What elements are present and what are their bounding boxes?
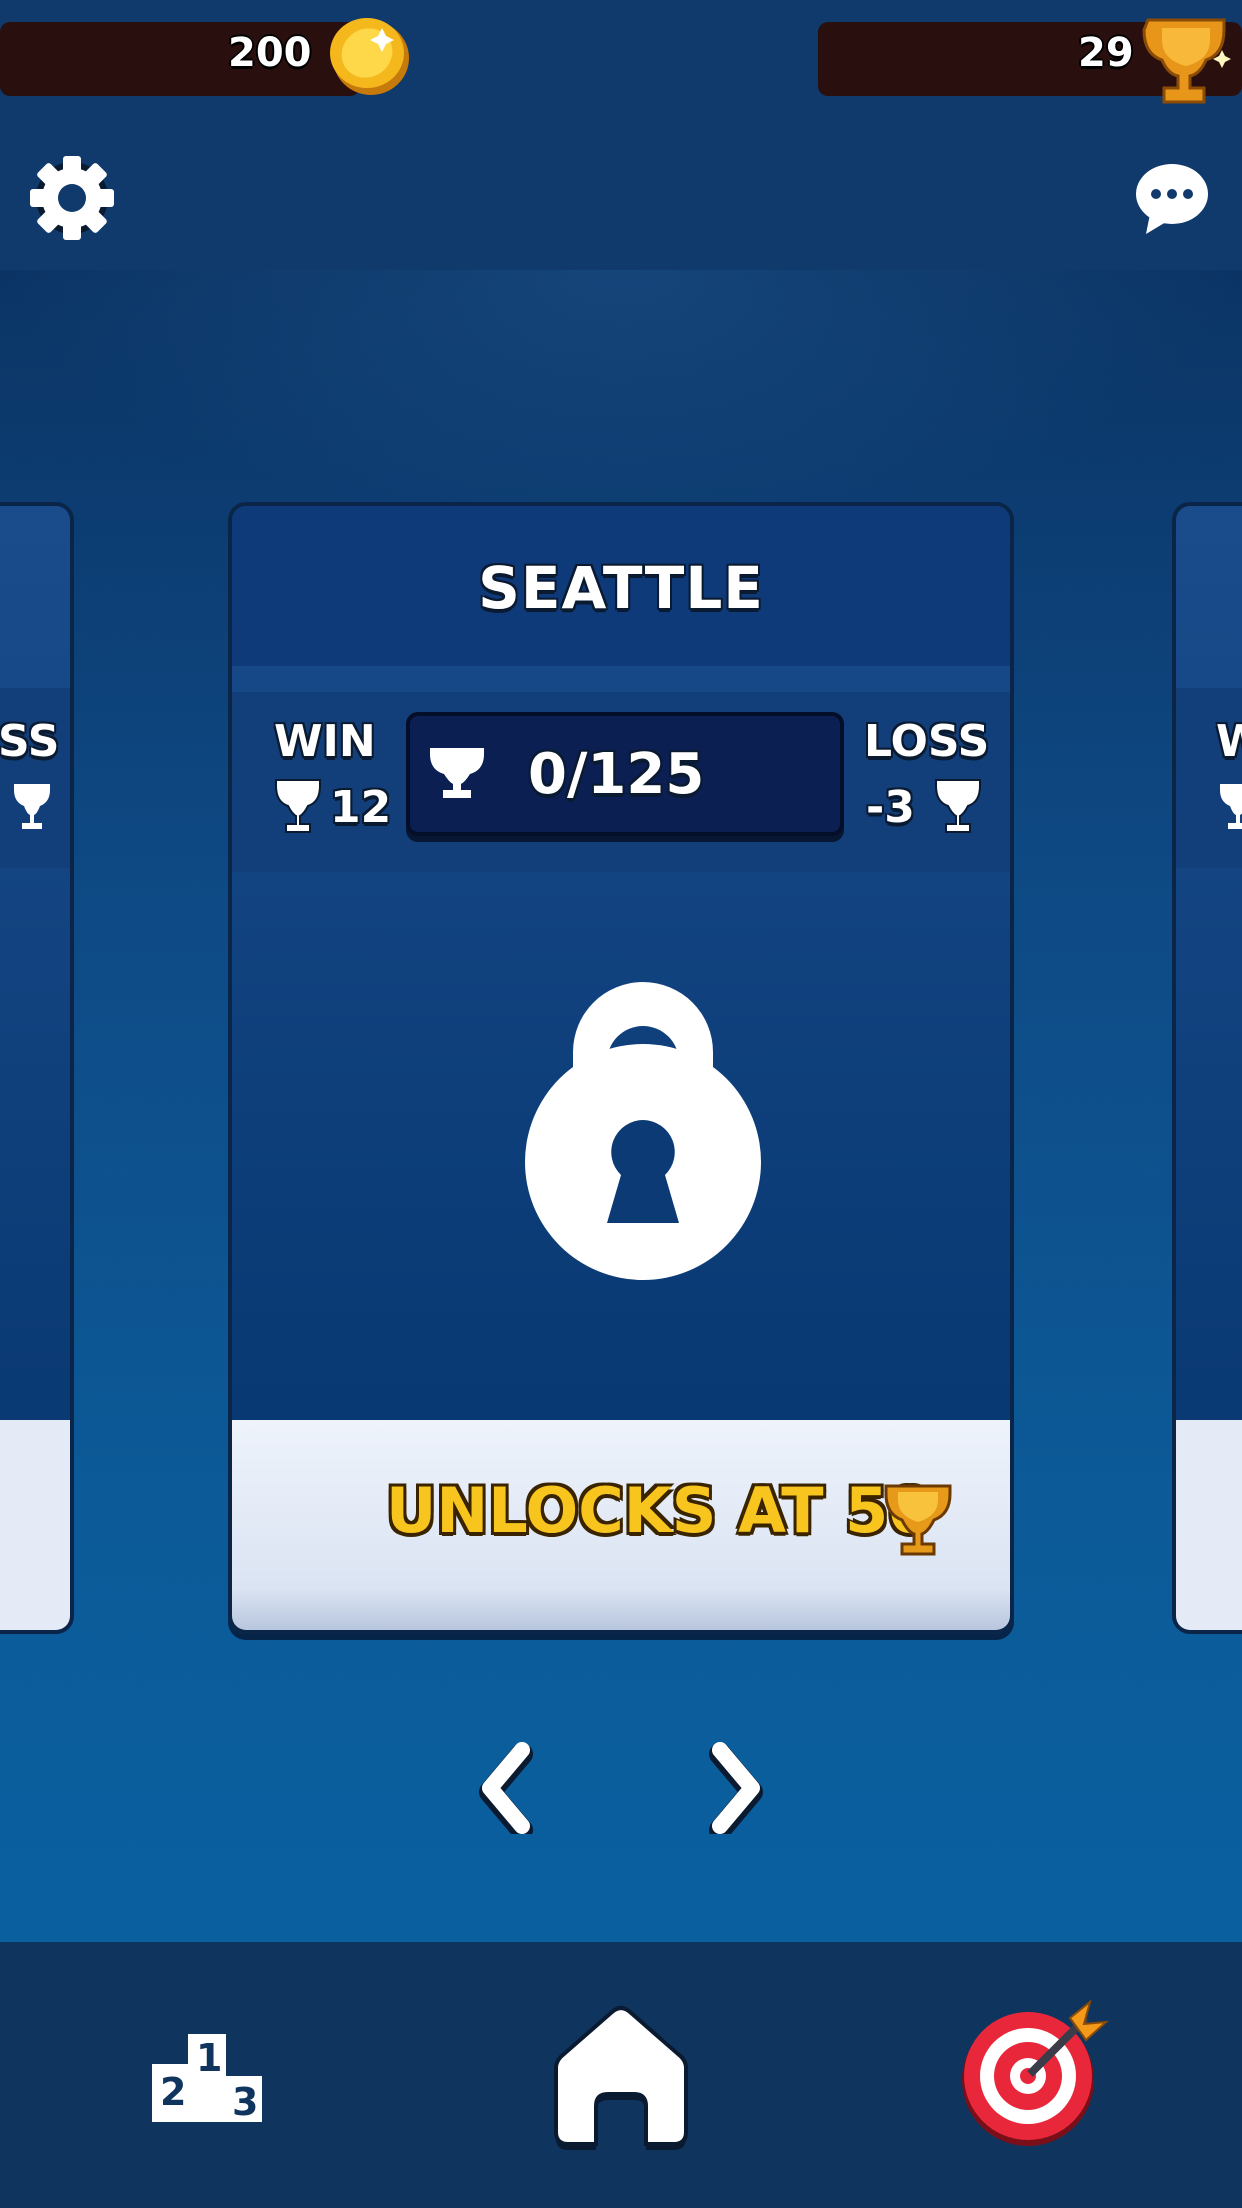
next-card-stats-band: W	[1176, 688, 1242, 868]
win-label: WIN	[274, 716, 376, 767]
trophy-progress-box: 0/125	[406, 712, 844, 836]
previous-card-loss-label: SS	[0, 716, 60, 767]
trophies-value: 29	[1078, 30, 1134, 76]
home-icon[interactable]	[546, 2002, 696, 2152]
podium-first: 1	[196, 2036, 223, 2080]
trophy-icon	[1220, 784, 1242, 829]
previous-card-stats-band: SS	[0, 688, 70, 868]
settings-gear-icon[interactable]	[24, 148, 120, 244]
padlock-icon	[525, 982, 761, 1280]
win-trophy-icon	[275, 779, 321, 833]
next-card-footer	[1176, 1420, 1242, 1630]
previous-card-footer	[0, 1420, 70, 1630]
podium-second: 2	[160, 2070, 187, 2114]
coins-value: 200	[228, 30, 312, 76]
chat-bubble-icon[interactable]	[1130, 158, 1214, 238]
coin-icon	[330, 18, 409, 95]
unlock-trophy-icon	[884, 1484, 952, 1556]
trophy-progress-value: 0/125	[528, 742, 705, 807]
trophy-icon	[14, 784, 50, 829]
trophy-icon	[1142, 18, 1231, 104]
podium-third: 3	[232, 2080, 259, 2124]
background-glow	[0, 270, 1242, 530]
unlock-requirement-text: UNLOCKS AT 50	[386, 1474, 932, 1547]
target-icon[interactable]	[958, 2000, 1110, 2150]
city-name: SEATTLE	[478, 554, 764, 622]
city-card-seattle[interactable]: SEATTLE WIN 12 0/125 LOSS -3 UNLOCKS AT …	[228, 502, 1014, 1634]
previous-city-chevron-left-icon[interactable]	[478, 1742, 536, 1834]
next-city-card[interactable]: W	[1172, 502, 1242, 1634]
trophy-icon	[430, 748, 484, 798]
loss-value: -3	[866, 782, 915, 833]
previous-city-card[interactable]: SS	[0, 502, 74, 1634]
loss-label: LOSS	[864, 716, 990, 767]
loss-trophy-icon	[935, 779, 981, 833]
next-city-chevron-right-icon[interactable]	[706, 1742, 764, 1834]
leaderboard-podium-icon[interactable]: 1 2 3	[150, 2030, 264, 2124]
next-card-win-label: W	[1216, 716, 1242, 767]
win-value: 12	[330, 782, 392, 833]
